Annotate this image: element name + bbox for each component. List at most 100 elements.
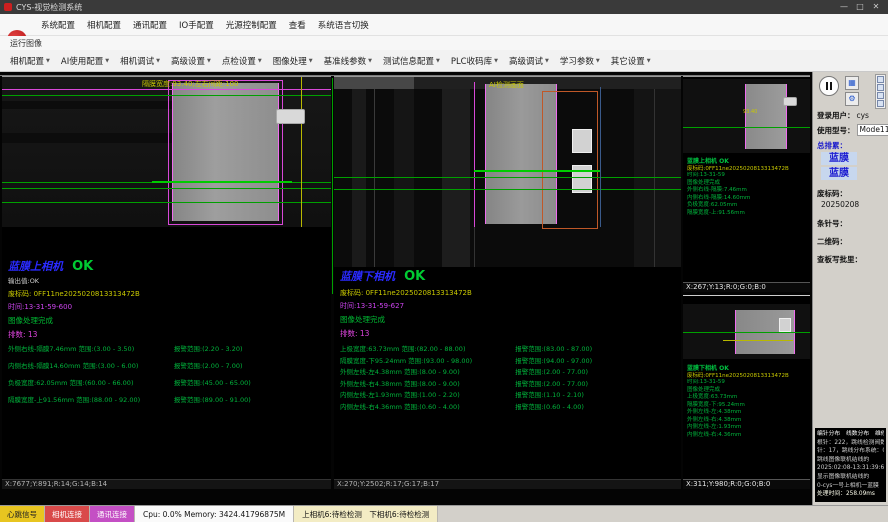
menu-bar: 系统配置相机配置通讯配置IO手配置光源控制配置查看系统语言切换	[0, 14, 888, 36]
history-line: 外侧左线-右:4.38mm	[687, 417, 808, 425]
history-line: 图像处理完成	[687, 180, 808, 188]
measurement-row: 隔膜宽度-上91.56mm 范围:(88.00 - 92.00) 报警范围:(8…	[8, 396, 327, 405]
chevron-down-icon: ▼	[494, 58, 498, 64]
panel-divider-line	[332, 78, 333, 294]
dock-button[interactable]	[877, 92, 884, 99]
toolbar-button[interactable]: AI使用配置 ▼	[57, 53, 113, 69]
batch-field: 查板写批里：	[817, 254, 885, 265]
chevron-down-icon: ▼	[207, 58, 211, 64]
history-panel-lower[interactable]: 蓝膜下相机 OK 废标码:0FF11ne2025020813313472B 时间…	[683, 295, 810, 489]
machine-shadow	[2, 133, 172, 143]
toolbar-button[interactable]: 点检设置 ▼	[218, 53, 266, 69]
history-panel-upper[interactable]: 93.40 蓝膜上相机 OK 废标码:0FF11ne20250208133134…	[683, 76, 810, 292]
model-select[interactable]: Mode11	[857, 124, 888, 136]
pixel-readout-upper: X:7677;Y:891;R:14;G:14;B:14	[2, 479, 331, 489]
statistics-line: 显示图像联机结线的	[817, 473, 884, 482]
comm-link-status-badge: 通讯连接	[90, 506, 135, 522]
total-field: 总排累：	[817, 140, 885, 151]
history-lines: 时间:13-31-59图像处理完成上极宽度:63.73mm隔膜宽度-下:95.2…	[687, 379, 808, 439]
qr-label: 二维码：	[817, 236, 847, 247]
settings-button[interactable]: ⚙	[845, 92, 859, 106]
tab-connector	[276, 109, 305, 124]
toolbar-button[interactable]: 测试信息配置 ▼	[379, 53, 444, 69]
history-line: 内侧左线-右:4.36mm	[687, 432, 808, 440]
pixel-readout-thumb2: X:311;Y:980;R:0;G:0;B:0	[683, 479, 810, 489]
menu-item[interactable]: 查看	[284, 17, 311, 33]
measurement-alarm: 报警范围:(2.00 - 77.00)	[515, 368, 677, 377]
measurement-alarm: 报警范围:(94.00 - 97.00)	[515, 357, 677, 366]
snapshot-button[interactable]: ▦	[845, 76, 859, 90]
camera-image-lower[interactable]: AI检测画面	[334, 77, 681, 267]
history-line: 外侧右线-隔膜:7.46mm	[687, 187, 808, 195]
toolbar-button[interactable]: 相机调试 ▼	[116, 53, 164, 69]
measurement-range: 隔膜宽度-上91.56mm 范围:(88.00 - 92.00)	[8, 396, 174, 405]
measurement-row: 上极宽度:63.73mm 范围:(82.00 - 88.00) 报警范围:(83…	[340, 345, 677, 354]
dock-button[interactable]	[877, 84, 884, 91]
tab-connector	[783, 97, 797, 106]
toolbar-button-label: 相机配置	[10, 55, 44, 67]
chevron-down-icon: ▼	[46, 58, 50, 64]
statistics-line: 处理时间：258.09ms	[817, 490, 884, 499]
toolbar-button[interactable]: PLC收码库 ▼	[447, 53, 502, 69]
total-label: 总排累：	[817, 140, 847, 151]
menu-item[interactable]: 系统语言切换	[313, 17, 374, 33]
maximize-button[interactable]: □	[852, 0, 868, 14]
toolbar-button[interactable]: 基准线参数 ▼	[320, 53, 376, 69]
history-line: 外侧左线-左:4.38mm	[687, 409, 808, 417]
toolbar-button-label: 相机调试	[120, 55, 154, 67]
history-line: 上极宽度:63.73mm	[687, 394, 808, 402]
bright-feature	[779, 318, 791, 332]
pause-button[interactable]	[819, 76, 839, 96]
toolbar-button[interactable]: 学习参数 ▼	[556, 53, 604, 69]
result-process-done: 图像处理完成	[8, 315, 140, 326]
chevron-down-icon: ▼	[309, 58, 313, 64]
pixel-readout-lower: X:270;Y:2502;R:17;G:17;B:17	[334, 479, 681, 489]
close-button[interactable]: ✕	[868, 0, 884, 14]
tab-run-image[interactable]: 运行图像	[10, 38, 42, 49]
ai-roi-outline	[542, 91, 598, 229]
measure-line	[2, 188, 331, 189]
measurement-range: 隔膜宽度-下95.24mm 范围:(93.00 - 98.00)	[340, 357, 515, 366]
dock-button[interactable]	[877, 100, 884, 107]
dock-strip	[875, 74, 886, 109]
menu-item[interactable]: 光源控制配置	[221, 17, 282, 33]
control-sidebar: ▦ ⚙ 登录用户： cys 使用型号： Mode11 总排累： 蓝膜 蓝膜 废标…	[812, 72, 888, 505]
menu-item[interactable]: IO手配置	[174, 17, 219, 33]
menu-item[interactable]: 通讯配置	[128, 17, 172, 33]
statistics-line: 编针分布 线数分布 维修分布	[817, 430, 884, 439]
measurement-range: 外侧右线-隔膜7.46mm 范围:(3.00 - 3.50)	[8, 345, 174, 354]
toolbar-button[interactable]: 高级设置 ▼	[167, 53, 215, 69]
statistics-line: 0-cys一号上相机一蓝膜	[817, 482, 884, 491]
chevron-down-icon: ▼	[105, 58, 109, 64]
minimize-button[interactable]: —	[836, 0, 852, 14]
camera-image-upper[interactable]: 隔膜宽度:93.40;左右间距:100	[2, 77, 331, 227]
toolbar-button[interactable]: 相机配置 ▼	[6, 53, 54, 69]
measurement-range: 外侧左线-左4.38mm 范围:(8.00 - 9.00)	[340, 368, 515, 377]
toolbar-button[interactable]: 其它设置 ▼	[607, 53, 655, 69]
measurement-row: 内侧右线-隔膜14.60mm 范围:(3.00 - 6.00) 报警范围:(2.…	[8, 362, 327, 371]
menu-item[interactable]: 相机配置	[82, 17, 126, 33]
menu-item[interactable]: 系统配置	[36, 17, 80, 33]
user-field: 登录用户： cys	[817, 110, 885, 121]
toolbar: 相机配置 ▼ AI使用配置 ▼ 相机调试 ▼ 高级设置 ▼ 点检设置 ▼ 图像处…	[0, 50, 888, 72]
machine-column	[634, 89, 681, 267]
result-camera-name: 蓝膜下相机	[340, 270, 395, 283]
result-process-done: 图像处理完成	[340, 314, 472, 325]
toolbar-button-label: 点检设置	[222, 55, 256, 67]
electrode-block	[745, 84, 787, 149]
toolbar-button[interactable]: 图像处理 ▼	[269, 53, 317, 69]
machine-column	[442, 89, 470, 267]
user-label: 登录用户：	[817, 110, 855, 121]
reference-line	[2, 95, 331, 96]
cpu-memory-readout: Cpu: 0.0% Memory: 3424.41796875M	[135, 506, 294, 522]
measurement-range: 外侧左线-右4.38mm 范围:(8.00 - 9.00)	[340, 380, 515, 389]
history-line: 内侧右线-隔膜:14.60mm	[687, 195, 808, 203]
dock-button[interactable]	[877, 76, 884, 83]
model-label: 使用型号：	[817, 125, 855, 136]
pause-icon	[830, 82, 832, 90]
toolbar-button[interactable]: 高级调试 ▼	[505, 53, 553, 69]
result-output: 输出值:OK	[8, 275, 140, 285]
measurement-alarm: 报警范围:(89.00 - 91.00)	[174, 396, 327, 405]
history-image-lower	[683, 304, 810, 359]
camera-link-status-badge: 相机连接	[45, 506, 90, 522]
